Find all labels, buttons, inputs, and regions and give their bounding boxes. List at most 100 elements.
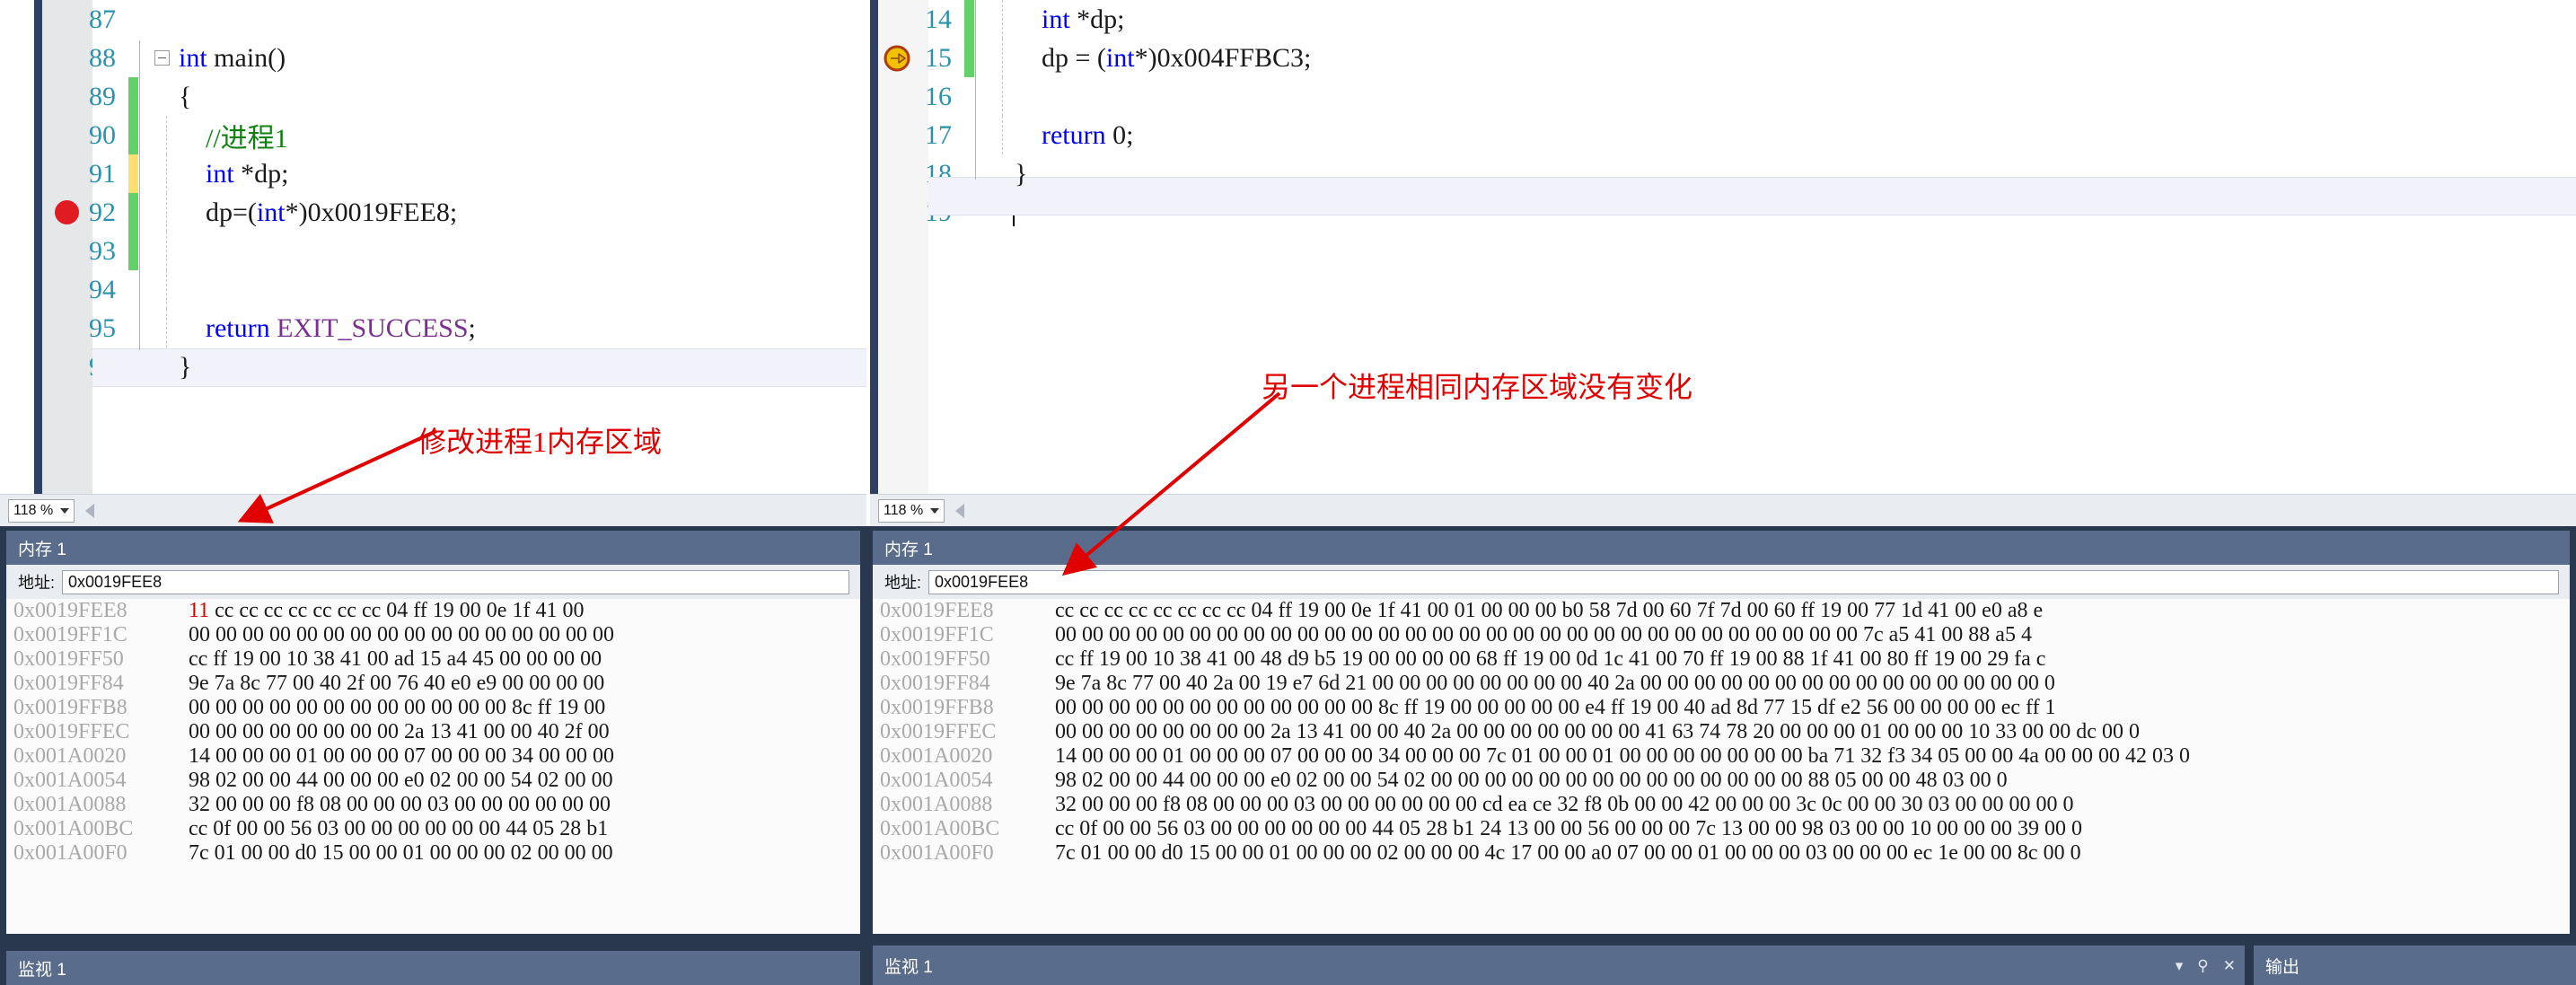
memory-row-address: 0x001A0054 bbox=[13, 769, 127, 792]
code-line[interactable]: 94 bbox=[42, 270, 866, 309]
memory-row[interactable]: 0x001A0020 14 00 00 00 01 00 00 00 07 00 … bbox=[6, 744, 860, 769]
code-line[interactable]: 17 return 0; bbox=[878, 116, 2576, 154]
line-number: 90 bbox=[89, 119, 116, 150]
memory-row-address: 0x0019FF1C bbox=[880, 623, 994, 646]
memory-row[interactable]: 0x0019FFEC 00 00 00 00 00 00 00 00 2a 13 … bbox=[6, 720, 860, 744]
code-text-cell[interactable]: return EXIT_SUCCESS; bbox=[150, 309, 866, 347]
line-number: 17 bbox=[925, 119, 952, 150]
memory-row[interactable]: 0x0019FFEC 00 00 00 00 00 00 00 00 2a 13 … bbox=[873, 720, 2570, 744]
pin-icon[interactable]: ⚲ bbox=[2197, 958, 2208, 973]
change-indicator-bar bbox=[128, 0, 138, 39]
left-watch-title-text: 监视 1 bbox=[18, 960, 66, 980]
code-line[interactable]: 95 return EXIT_SUCCESS; bbox=[42, 309, 866, 347]
code-line[interactable]: 93 bbox=[42, 232, 866, 270]
right-annotation-text: 另一个进程相同内存区域没有变化 bbox=[1262, 371, 1693, 403]
memory-row-address: 0x0019FF84 bbox=[13, 672, 124, 695]
code-line[interactable]: 89 { bbox=[42, 77, 866, 116]
change-indicator-bar bbox=[964, 77, 974, 116]
breakpoint-icon[interactable] bbox=[55, 200, 79, 224]
memory-row[interactable]: 0x0019FF1C 00 00 00 00 00 00 00 00 00 00 … bbox=[6, 623, 860, 647]
memory-row[interactable]: 0x001A0054 98 02 00 00 44 00 00 00 e0 02 … bbox=[873, 769, 2570, 793]
left-memory-hexdump[interactable]: 0x0019FEE8 11 cc cc cc cc cc cc cc 04 ff … bbox=[6, 599, 860, 934]
memory-row[interactable]: 0x001A00F0 7c 01 00 00 d0 15 00 00 01 00 … bbox=[873, 841, 2570, 866]
close-icon[interactable]: ✕ bbox=[2223, 958, 2236, 973]
right-memory-hexdump[interactable]: 0x0019FEE8 cc cc cc cc cc cc cc cc 04 ff … bbox=[873, 599, 2570, 934]
left-annotation-arrow bbox=[237, 429, 437, 523]
change-indicator-bar bbox=[128, 232, 138, 270]
right-memory-address-value: 0x0019FEE8 bbox=[935, 572, 1029, 591]
code-text-cell[interactable]: int main() bbox=[150, 39, 866, 77]
left-hscroll-left-arrow-icon[interactable] bbox=[85, 503, 94, 518]
code-line[interactable]: 16 bbox=[878, 77, 2576, 116]
left-watch-panel-title[interactable]: 监视 1 bbox=[6, 951, 860, 985]
output-panel-title-text: 输出 bbox=[2265, 957, 2300, 977]
memory-row-address: 0x001A0020 bbox=[880, 744, 993, 768]
memory-row-address: 0x0019FEE8 bbox=[880, 599, 994, 622]
memory-row[interactable]: 0x001A0054 98 02 00 00 44 00 00 00 e0 02 … bbox=[6, 769, 860, 793]
memory-row[interactable]: 0x0019FF84 9e 7a 8c 77 00 40 2a 00 19 e7 … bbox=[873, 672, 2570, 696]
left-memory-address-input[interactable]: 0x0019FEE8 bbox=[62, 569, 849, 594]
right-current-line-highlight bbox=[928, 177, 2576, 215]
memory-row[interactable]: 0x001A0020 14 00 00 00 01 00 00 00 07 00 … bbox=[873, 744, 2570, 769]
left-memory-address-label: 地址: bbox=[18, 574, 56, 592]
memory-row[interactable]: 0x0019FFB8 00 00 00 00 00 00 00 00 00 00 … bbox=[6, 696, 860, 720]
memory-row-address: 0x0019FF50 bbox=[880, 647, 990, 671]
code-text: dp = (int*)0x004FFBC3; bbox=[1015, 42, 1312, 73]
code-text-cell[interactable]: return 0; bbox=[986, 116, 2576, 154]
right-zoom-level-combobox[interactable]: 118 % bbox=[878, 498, 945, 523]
code-text: dp=(int*)0x0019FEE8; bbox=[179, 197, 458, 227]
code-line[interactable]: 88 int main() bbox=[42, 39, 866, 77]
memory-row-bytes: cc 0f 00 00 56 03 00 00 00 00 00 00 44 0… bbox=[189, 817, 609, 840]
code-text-cell[interactable]: { bbox=[150, 77, 866, 116]
code-line[interactable]: 15 dp = (int*)0x004FFBC3; bbox=[878, 39, 2576, 77]
chevron-down-icon[interactable]: ▾ bbox=[2176, 958, 2184, 973]
memory-row[interactable]: 0x001A0088 32 00 00 00 f8 08 00 00 00 03 … bbox=[6, 793, 860, 817]
code-line[interactable]: 91 int *dp; bbox=[42, 154, 866, 193]
memory-row[interactable]: 0x001A0088 32 00 00 00 f8 08 00 00 00 03 … bbox=[873, 793, 2570, 817]
code-line[interactable]: 14 int *dp; bbox=[878, 0, 2576, 39]
code-text-cell[interactable] bbox=[150, 232, 866, 270]
code-text-cell[interactable] bbox=[150, 270, 866, 309]
code-text-cell[interactable]: dp = (int*)0x004FFBC3; bbox=[986, 39, 2576, 77]
left-memory-panel-title[interactable]: 内存 1 bbox=[6, 531, 860, 565]
memory-row-bytes: 00 00 00 00 00 00 00 00 00 00 00 00 00 0… bbox=[189, 623, 614, 646]
right-watch-panel-title[interactable]: 监视 1 ▾ ⚲ ✕ bbox=[873, 945, 2245, 985]
memory-row[interactable]: 0x001A00BC cc 0f 00 00 56 03 00 00 00 00 … bbox=[873, 817, 2570, 841]
memory-row[interactable]: 0x001A00F0 7c 01 00 00 d0 15 00 00 01 00 … bbox=[6, 841, 860, 866]
code-line[interactable]: 92 dp=(int*)0x0019FEE8; bbox=[42, 193, 866, 232]
memory-row[interactable]: 0x0019FFB8 00 00 00 00 00 00 00 00 00 00 … bbox=[873, 696, 2570, 720]
memory-row[interactable]: 0x0019FF84 9e 7a 8c 77 00 40 2f 00 76 40 … bbox=[6, 672, 860, 696]
collapse-toggle-icon[interactable] bbox=[154, 50, 170, 66]
memory-row[interactable]: 0x0019FF50 cc ff 19 00 10 38 41 00 48 d9 … bbox=[873, 647, 2570, 672]
line-number: 16 bbox=[925, 81, 952, 111]
code-line[interactable]: 87 bbox=[42, 0, 866, 39]
memory-row-address: 0x0019FFB8 bbox=[13, 696, 127, 719]
indent-guide bbox=[1002, 77, 1003, 116]
memory-row-address: 0x0019FFEC bbox=[13, 720, 130, 743]
line-number: 89 bbox=[89, 81, 116, 111]
left-memory-title-text: 内存 1 bbox=[18, 540, 66, 559]
memory-row[interactable]: 0x0019FF50 cc ff 19 00 10 38 41 00 ad 15 … bbox=[6, 647, 860, 672]
code-text-cell[interactable]: dp=(int*)0x0019FEE8; bbox=[150, 193, 866, 232]
memory-row-bytes: 98 02 00 00 44 00 00 00 e0 02 00 00 54 0… bbox=[189, 769, 613, 792]
memory-row-address: 0x001A00BC bbox=[880, 817, 1000, 840]
code-text-cell[interactable] bbox=[150, 0, 866, 39]
code-text: int *dp; bbox=[206, 158, 289, 189]
code-text-cell[interactable]: int *dp; bbox=[986, 0, 2576, 39]
memory-row[interactable]: 0x001A00BC cc 0f 00 00 56 03 00 00 00 00 … bbox=[6, 817, 860, 841]
change-indicator-bar bbox=[128, 193, 138, 232]
code-line[interactable]: 90 //进程1 bbox=[42, 116, 866, 154]
code-text-cell[interactable] bbox=[986, 77, 2576, 116]
memory-row[interactable]: 0x0019FEE8 11 cc cc cc cc cc cc cc 04 ff … bbox=[6, 599, 860, 623]
memory-row[interactable]: 0x0019FEE8 cc cc cc cc cc cc cc cc 04 ff … bbox=[873, 599, 2570, 623]
left-block-structure-bar bbox=[139, 40, 140, 350]
output-panel-title[interactable]: 输出 bbox=[2254, 945, 2576, 985]
code-text-cell[interactable]: int *dp; bbox=[150, 154, 866, 193]
left-code-lines: 87 88 int main() 89 {90 //进程1 91 int *dp; 92 d… bbox=[42, 0, 866, 386]
right-hscroll-left-arrow-icon[interactable] bbox=[955, 503, 964, 518]
code-text-cell[interactable]: //进程1 bbox=[150, 116, 866, 154]
left-zoom-level-value: 118 % bbox=[13, 502, 54, 518]
left-zoom-level-combobox[interactable]: 118 % bbox=[8, 498, 75, 523]
memory-row[interactable]: 0x0019FF1C 00 00 00 00 00 00 00 00 00 00 … bbox=[873, 623, 2570, 647]
execution-pointer-icon[interactable] bbox=[884, 45, 910, 72]
